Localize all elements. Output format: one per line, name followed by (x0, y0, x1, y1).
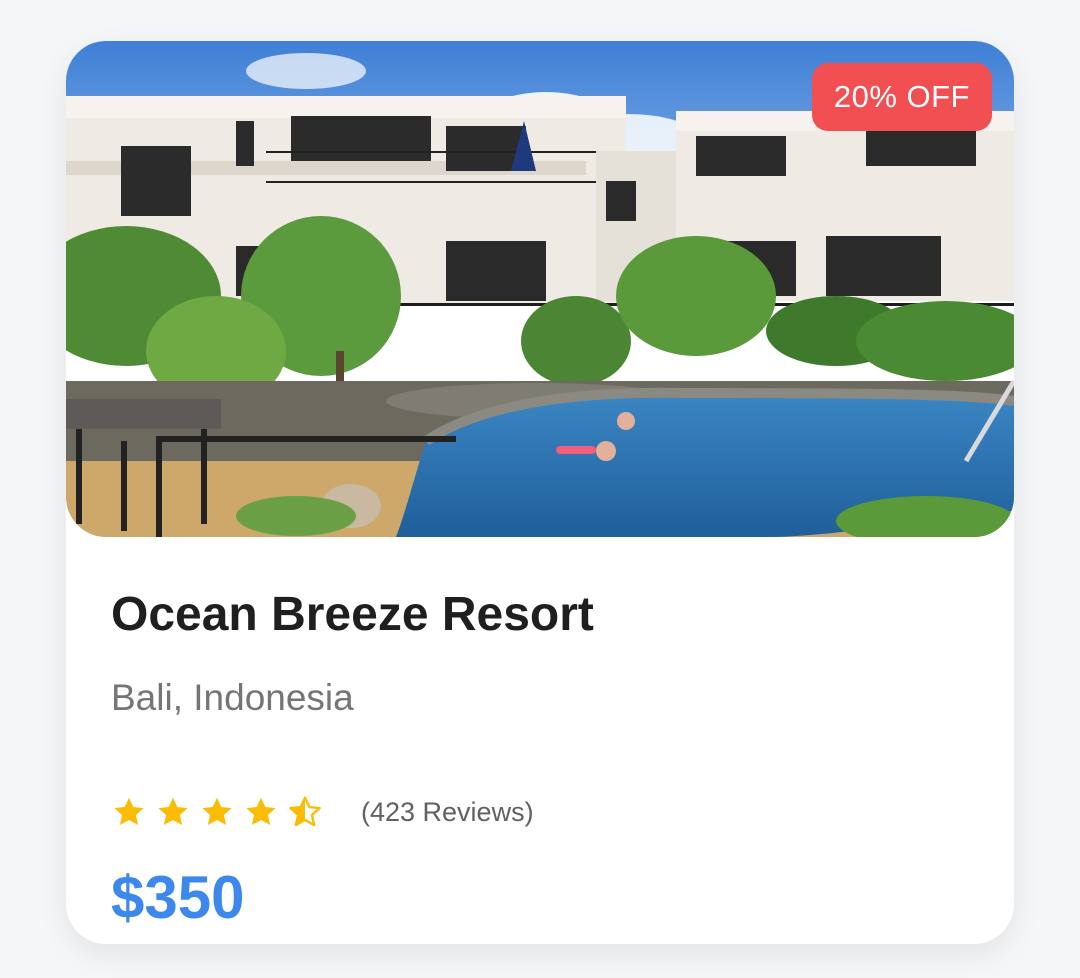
star-rating (111, 794, 331, 830)
resort-location: Bali, Indonesia (111, 677, 354, 718)
star-full-icon (114, 797, 144, 826)
price: $350 (111, 864, 245, 931)
discount-badge: 20% OFF (811, 63, 992, 131)
star-full-icon (246, 797, 276, 826)
resort-card[interactable]: 20% OFF Ocean Breeze Resort Bali, Indone… (66, 41, 1014, 944)
resort-photo[interactable]: 20% OFF (66, 41, 1014, 537)
star-full-icon (158, 797, 188, 826)
resort-title[interactable]: Ocean Breeze Resort (111, 587, 594, 642)
reviews-count[interactable]: (423 Reviews) (361, 797, 534, 828)
star-full-icon (202, 797, 232, 826)
rating-row: (423 Reviews) (111, 790, 534, 834)
star-half-icon (289, 796, 321, 827)
